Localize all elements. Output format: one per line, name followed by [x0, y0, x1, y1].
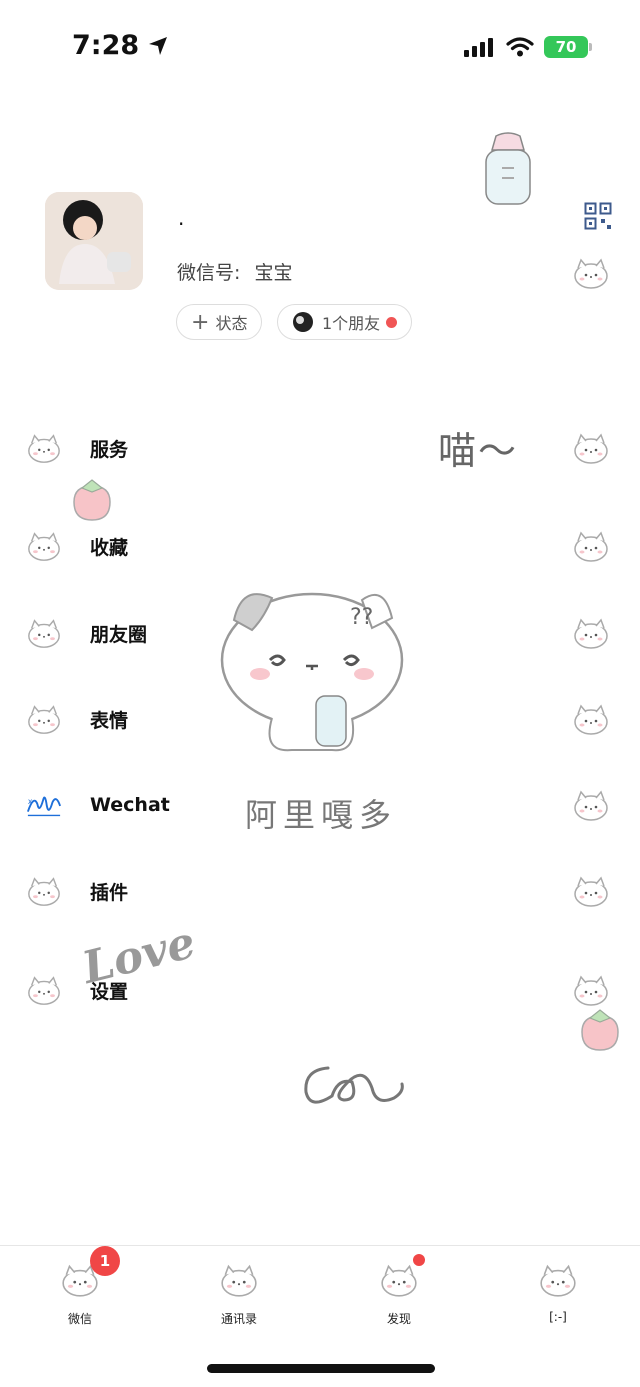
svg-text:x: x — [28, 797, 33, 806]
new-content-dot — [413, 1254, 425, 1266]
tab-label: 发现 — [386, 1312, 411, 1326]
chevron-right-cat-icon — [574, 433, 608, 464]
tab-me[interactable]: [:-] — [508, 1260, 608, 1324]
child-photo-icon — [45, 192, 143, 290]
add-status-button[interactable]: + 状态 — [176, 304, 263, 340]
cat-tab-icon — [221, 1264, 257, 1297]
menu-item-favorites[interactable]: 收藏 — [0, 518, 640, 574]
menu-label: Wechat — [90, 794, 170, 816]
wechat-id-value: 宝宝 — [254, 262, 293, 284]
friends-button-label: 1个朋友 — [322, 314, 381, 333]
status-button-label: 状态 — [215, 314, 248, 333]
tab-label: 微信 — [67, 1312, 92, 1326]
home-indicator[interactable] — [207, 1364, 435, 1373]
tab-label: 通讯录 — [220, 1312, 257, 1326]
cat-icon — [28, 532, 60, 561]
menu-label: 设置 — [90, 980, 129, 1003]
friend-avatar-icon — [293, 312, 313, 332]
menu-item-services[interactable]: 服务 — [0, 420, 640, 476]
milk-bottle-decoration — [485, 132, 531, 205]
cat-icon — [28, 877, 60, 906]
wifi-icon — [506, 37, 534, 57]
location-arrow-icon — [149, 36, 168, 55]
status-icons: 70 — [464, 36, 592, 58]
scribble-decoration — [304, 1066, 404, 1104]
cat-icon — [28, 976, 60, 1005]
wechat-id-label: 微信号: — [177, 262, 241, 284]
profile-nickname: . — [178, 206, 185, 230]
menu-label: 收藏 — [90, 536, 129, 559]
status-time: 7:28 — [72, 30, 140, 61]
cat-icon — [28, 705, 60, 734]
menu-label: 插件 — [90, 881, 129, 904]
menu-item-stickers[interactable]: 表情 — [0, 691, 640, 747]
cat-icon — [28, 619, 60, 648]
menu-item-settings[interactable]: 设置 — [0, 962, 640, 1018]
notification-dot — [386, 316, 398, 328]
unread-badge: 1 — [90, 1246, 120, 1276]
wechat-id-row[interactable]: 微信号: 宝宝 — [177, 258, 292, 285]
profile-avatar[interactable] — [45, 192, 143, 290]
battery-icon: 70 — [544, 36, 592, 58]
menu-item-moments[interactable]: 朋友圈 — [0, 605, 640, 661]
qr-code-icon[interactable] — [584, 202, 612, 230]
chevron-right-cat-icon — [574, 531, 608, 562]
plus-icon: + — [191, 309, 210, 335]
signature-icon: x — [26, 796, 62, 817]
friends-status-button[interactable]: 1个朋友 — [277, 304, 413, 340]
menu-label: 服务 — [90, 438, 129, 461]
chevron-right-cat-icon — [574, 790, 608, 821]
menu-item-plugins[interactable]: 插件 — [0, 863, 640, 919]
menu-item-wechat[interactable]: x Wechat — [0, 777, 640, 833]
cellular-signal-icon — [464, 38, 493, 57]
menu-label: 朋友圈 — [90, 623, 148, 646]
tab-discover[interactable]: 发现 — [349, 1254, 449, 1327]
chevron-right-cat-icon — [574, 618, 608, 649]
tab-contacts[interactable]: 通讯录 — [189, 1260, 289, 1327]
tab-label: [:-] — [549, 1310, 567, 1324]
chevron-right-cat-icon — [574, 876, 608, 907]
cat-icon — [28, 434, 60, 463]
cat-tab-icon — [381, 1264, 417, 1297]
chevron-right-cat-icon — [574, 704, 608, 735]
tab-chats[interactable]: 1 微信 — [30, 1246, 130, 1327]
cat-tab-icon — [540, 1264, 576, 1297]
status-time-group: 7:28 — [72, 30, 169, 61]
strawberry-decoration — [73, 479, 111, 521]
chevron-right-cat-icon — [574, 975, 608, 1006]
wechat-id-arrow-icon[interactable] — [572, 254, 610, 292]
menu-label: 表情 — [90, 709, 129, 732]
battery-level: 70 — [555, 38, 577, 56]
